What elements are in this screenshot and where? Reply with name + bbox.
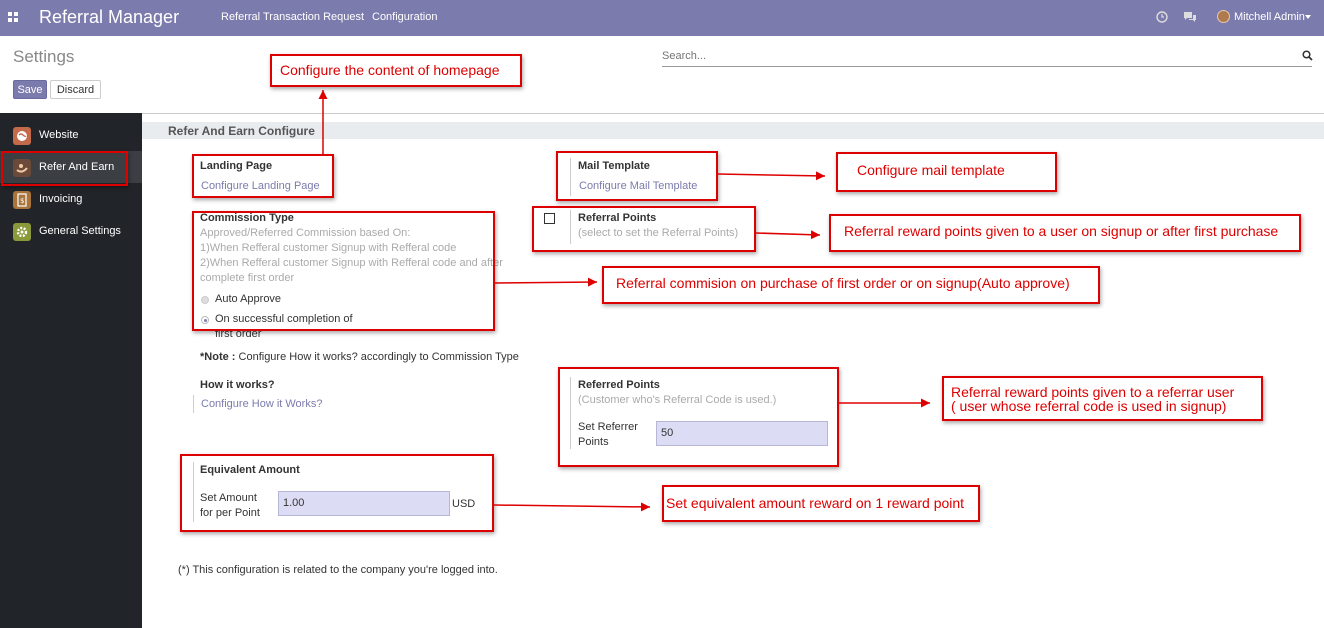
how-it-works-label: How it works? — [200, 379, 275, 391]
callout-referral-points: Referral reward points given to a user o… — [829, 214, 1301, 252]
callout-homepage: Configure the content of homepage — [270, 54, 522, 87]
callout-equivalent-text: Set equivalent amount reward on 1 reward… — [666, 495, 965, 511]
arrow-referral-points — [755, 230, 821, 240]
section-header-bar — [142, 122, 1324, 139]
note-prefix: *Note : — [200, 351, 236, 363]
callout-equivalent: Set equivalent amount reward on 1 reward… — [662, 485, 980, 522]
page-title: Settings — [13, 47, 75, 66]
sidebar-item-invoicing[interactable]: $ Invoicing — [0, 183, 142, 215]
note-text: Configure How it works? accordingly to C… — [235, 351, 519, 363]
sidebar-item-website[interactable]: Website — [0, 119, 142, 151]
discard-button[interactable]: Discard — [50, 80, 101, 99]
annotation-box-landing-page — [192, 154, 334, 198]
activity-clock-icon[interactable] — [1156, 11, 1168, 26]
user-name[interactable]: Mitchell Admin — [1234, 11, 1305, 23]
arrow-equivalent — [493, 502, 651, 512]
callout-referred-points-text-cont: ( user whose referral code is used in si… — [951, 398, 1227, 414]
sidebar-item-label: Invoicing — [39, 193, 83, 205]
search-icon[interactable] — [1302, 50, 1313, 64]
user-avatar[interactable] — [1217, 10, 1230, 23]
callout-homepage-text: Configure the content of homepage — [280, 62, 500, 78]
sidebar-item-general-settings[interactable]: General Settings — [0, 215, 142, 247]
invoice-icon: $ — [13, 191, 31, 209]
control-panel: Settings Save Discard — [0, 36, 1324, 114]
callout-referral-points-text: Referral reward points given to a user o… — [844, 223, 1279, 239]
search-bar — [662, 48, 1313, 67]
svg-text:$: $ — [20, 197, 24, 205]
app-title[interactable]: Referral Manager — [39, 7, 179, 28]
annotation-box-referral-points — [532, 206, 756, 252]
messages-chat-icon[interactable] — [1183, 11, 1197, 26]
configure-how-it-works-link[interactable]: Configure How it Works? — [201, 398, 322, 410]
menu-referral-transaction-request[interactable]: Referral Transaction Request — [221, 11, 364, 23]
callout-mail: Configure mail template — [836, 152, 1057, 192]
section-title: Refer And Earn Configure — [168, 124, 315, 138]
annotation-box-commission — [192, 211, 495, 331]
callout-commission-text: Referral commision on purchase of first … — [616, 275, 1070, 291]
gear-icon — [13, 223, 31, 241]
arrow-mail — [717, 171, 826, 181]
top-navbar: Referral Manager Referral Transaction Re… — [0, 0, 1324, 36]
sidebar-item-label: General Settings — [39, 225, 121, 237]
apps-menu-icon[interactable] — [8, 12, 19, 23]
sidebar-item-label: Website — [39, 129, 79, 141]
company-config-note: (*) This configuration is related to the… — [178, 564, 498, 576]
annotation-box-equivalent-amount — [180, 454, 494, 532]
callout-mail-text: Configure mail template — [857, 162, 1005, 178]
annotation-box-sidebar — [1, 151, 128, 186]
callout-referred-points: Referral reward points given to a referr… — [942, 376, 1263, 421]
save-button[interactable]: Save — [13, 80, 47, 99]
menu-configuration[interactable]: Configuration — [372, 11, 437, 23]
user-menu-caret-icon[interactable] — [1305, 15, 1311, 19]
search-input[interactable] — [662, 48, 1282, 64]
callout-commission: Referral commision on purchase of first … — [602, 266, 1100, 304]
field-separator — [193, 395, 194, 413]
arrow-commission — [494, 277, 598, 287]
settings-sidebar: Website Refer And Earn $ Invoicing Gener… — [0, 113, 142, 628]
annotation-box-mail-template — [556, 151, 718, 201]
annotation-box-referred-points — [558, 367, 839, 467]
globe-icon — [13, 127, 31, 145]
commission-note: *Note : Configure How it works? accordin… — [200, 351, 519, 363]
